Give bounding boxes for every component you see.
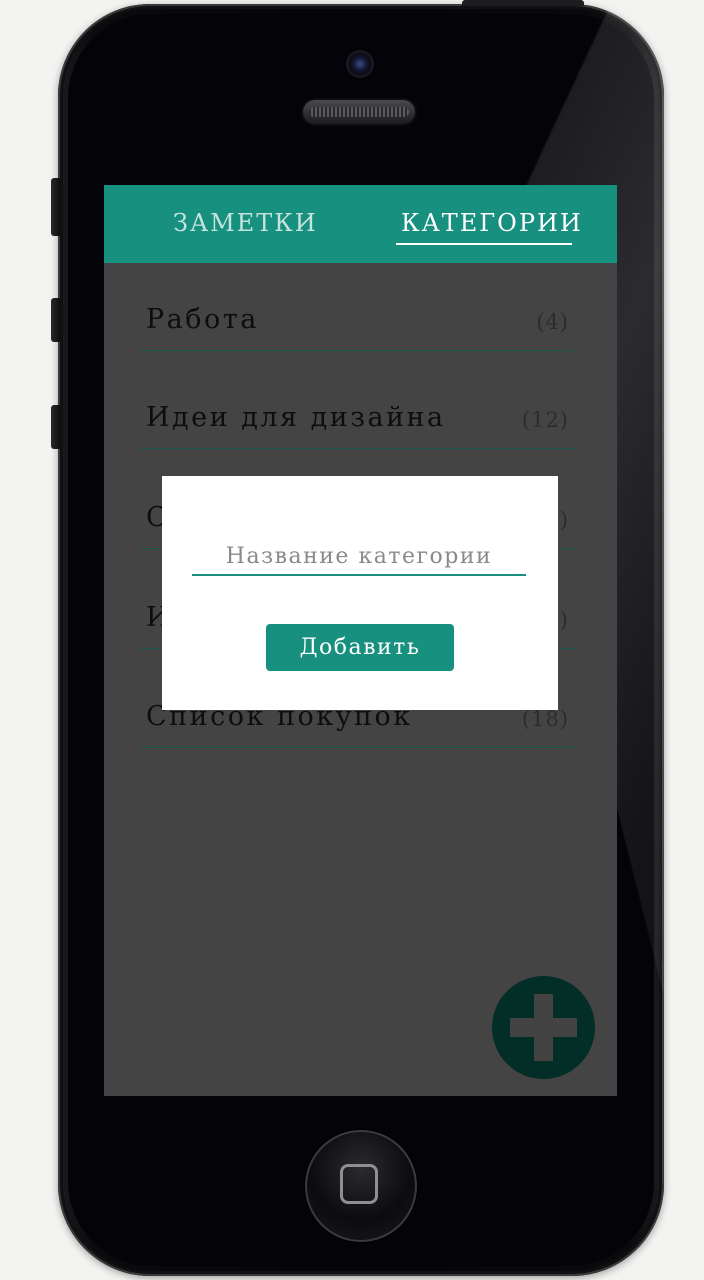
category-label: Идеи для дизайна: [146, 402, 446, 433]
power-button: [462, 0, 584, 6]
active-tab-indicator: [396, 243, 572, 245]
mute-switch: [51, 178, 60, 236]
category-label: Работа: [146, 304, 259, 335]
volume-up-button: [51, 298, 60, 342]
category-name-input[interactable]: Название категории: [192, 544, 526, 576]
category-row-work[interactable]: Работа (4): [141, 300, 575, 351]
category-count: (12): [521, 408, 569, 432]
add-fab-button[interactable]: [492, 976, 595, 1079]
category-count: (4): [536, 310, 569, 334]
add-category-dialog: Название категории Добавить: [162, 476, 558, 710]
category-row-design-ideas[interactable]: Идеи для дизайна (12): [141, 398, 575, 449]
front-camera: [348, 52, 372, 76]
category-count: ): [559, 608, 569, 632]
tab-notes[interactable]: ЗАМЕТКИ: [173, 209, 318, 237]
add-button[interactable]: Добавить: [266, 624, 454, 671]
category-count: (18): [521, 707, 569, 731]
speaker-grille: [303, 100, 415, 124]
tab-categories[interactable]: КАТЕГОРИИ: [401, 209, 583, 237]
tab-bar: ЗАМЕТКИ КАТЕГОРИИ: [104, 185, 617, 263]
category-count: ): [559, 508, 569, 532]
plus-icon-bar: [510, 1018, 577, 1037]
app-screen: ЗАМЕТКИ КАТЕГОРИИ Работа (4) Идеи для ди…: [104, 185, 617, 1096]
home-square-icon: [340, 1164, 378, 1204]
volume-down-button: [51, 405, 60, 449]
